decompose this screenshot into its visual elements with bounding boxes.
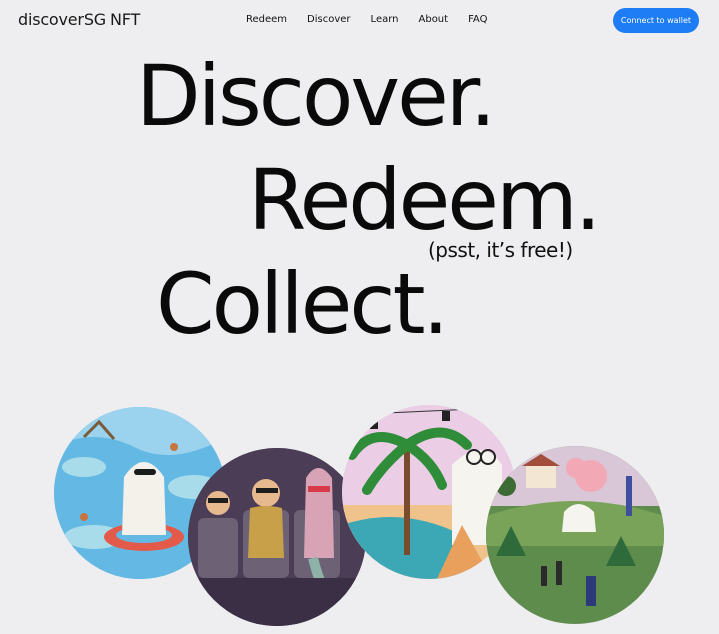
site-logo[interactable]: discoverSG NFT (18, 10, 140, 29)
nav-link-about[interactable]: About (419, 14, 449, 25)
logo-main-text: discoverSG (18, 10, 106, 29)
connect-wallet-button[interactable]: Connect to wallet (613, 8, 699, 33)
nav-link-faq[interactable]: FAQ (468, 14, 487, 25)
main-menu: Redeem Discover Learn About FAQ (246, 14, 507, 25)
merlion-hill-park-illustration (486, 446, 664, 624)
hero-heading-collect: Collect. (156, 255, 449, 353)
hero-aside-free: (psst, it’s free!) (428, 238, 573, 262)
cinema-merlion-illustration (188, 448, 366, 626)
hero-heading-redeem: Redeem. (248, 151, 601, 249)
nav-link-learn[interactable]: Learn (371, 14, 399, 25)
nav-link-redeem[interactable]: Redeem (246, 14, 287, 25)
logo-suffix-text: NFT (109, 10, 141, 29)
hero-heading-discover: Discover. (136, 47, 496, 145)
top-navigation: discoverSG NFT Redeem Discover Learn Abou… (0, 0, 719, 40)
nav-link-discover[interactable]: Discover (307, 14, 351, 25)
